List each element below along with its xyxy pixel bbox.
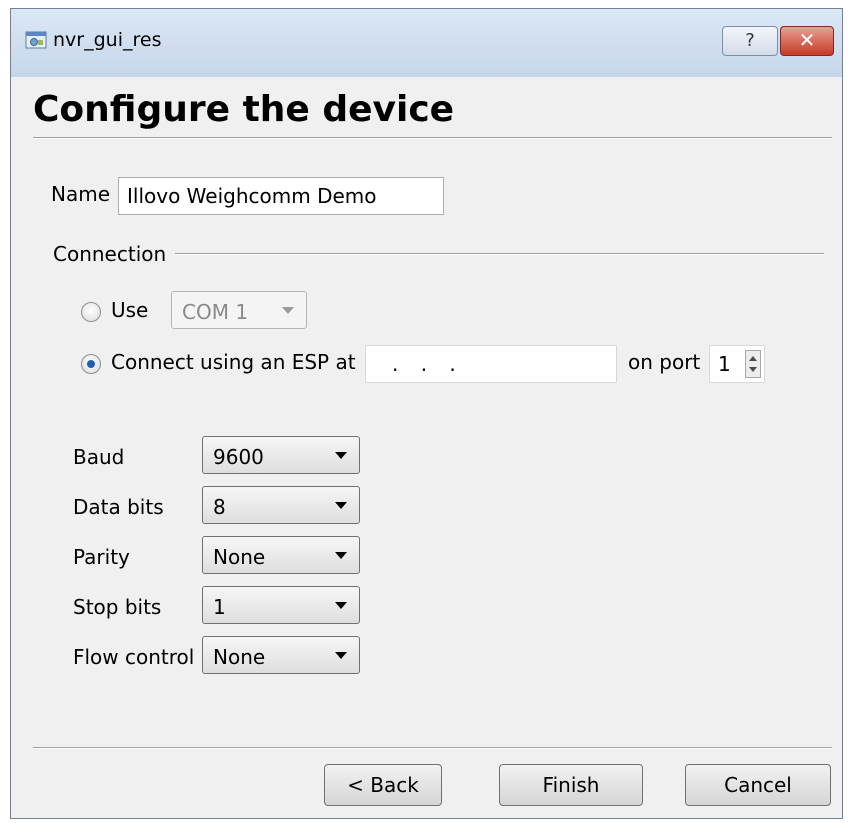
parity-value: None [213,545,266,569]
spin-arrows-icon [749,356,757,372]
use-com-radio[interactable] [81,302,101,322]
chevron-down-icon [282,307,294,314]
use-esp-radio[interactable] [81,354,101,374]
parity-select[interactable]: None [202,536,360,574]
esp-port-value: 1 [718,352,731,376]
close-button[interactable]: ✕ [780,26,834,56]
chevron-down-icon [335,552,347,559]
window-title: nvr_gui_res [53,29,162,51]
flow-control-value: None [213,645,266,669]
name-label: Name [51,182,111,206]
title-bar[interactable]: nvr_gui_res ? ✕ [11,9,842,77]
connection-group-line [175,253,824,255]
flow-control-label: Flow control [73,645,195,669]
stop-bits-value: 1 [213,595,226,619]
data-bits-label: Data bits [73,495,164,519]
flow-control-select[interactable]: None [202,636,360,674]
finish-button[interactable]: Finish [499,764,643,806]
footer-divider [33,747,832,749]
spin-buttons[interactable] [745,350,761,378]
on-port-label: on port [628,350,701,374]
chevron-down-icon [335,452,347,459]
baud-value: 9600 [213,445,264,469]
app-icon [25,31,47,49]
help-button[interactable]: ? [722,26,778,56]
cancel-button[interactable]: Cancel [685,764,831,806]
com-port-value: COM 1 [182,300,249,324]
data-bits-value: 8 [213,495,226,519]
baud-label: Baud [73,445,125,469]
stop-bits-select[interactable]: 1 [202,586,360,624]
use-com-label[interactable]: Use [111,298,148,322]
heading-divider [33,137,832,139]
name-input[interactable]: Illovo Weighcomm Demo [118,177,444,215]
dialog-window: nvr_gui_res ? ✕ Configure the device Nam… [10,8,843,819]
page-title: Configure the device [33,89,455,130]
chevron-down-icon [335,502,347,509]
parity-label: Parity [73,545,130,569]
baud-select[interactable]: 9600 [202,436,360,474]
com-port-select: COM 1 [171,291,307,329]
esp-ip-input[interactable]: . . . [365,345,617,383]
back-button[interactable]: < Back [324,764,442,806]
chevron-down-icon [335,652,347,659]
esp-port-spinbox[interactable]: 1 [709,345,765,383]
dialog-content: Configure the device Name Illovo Weighco… [23,77,842,818]
use-esp-label[interactable]: Connect using an ESP at [111,350,356,374]
stop-bits-label: Stop bits [73,595,162,619]
chevron-down-icon [335,602,347,609]
data-bits-select[interactable]: 8 [202,486,360,524]
connection-group-label: Connection [53,242,167,266]
